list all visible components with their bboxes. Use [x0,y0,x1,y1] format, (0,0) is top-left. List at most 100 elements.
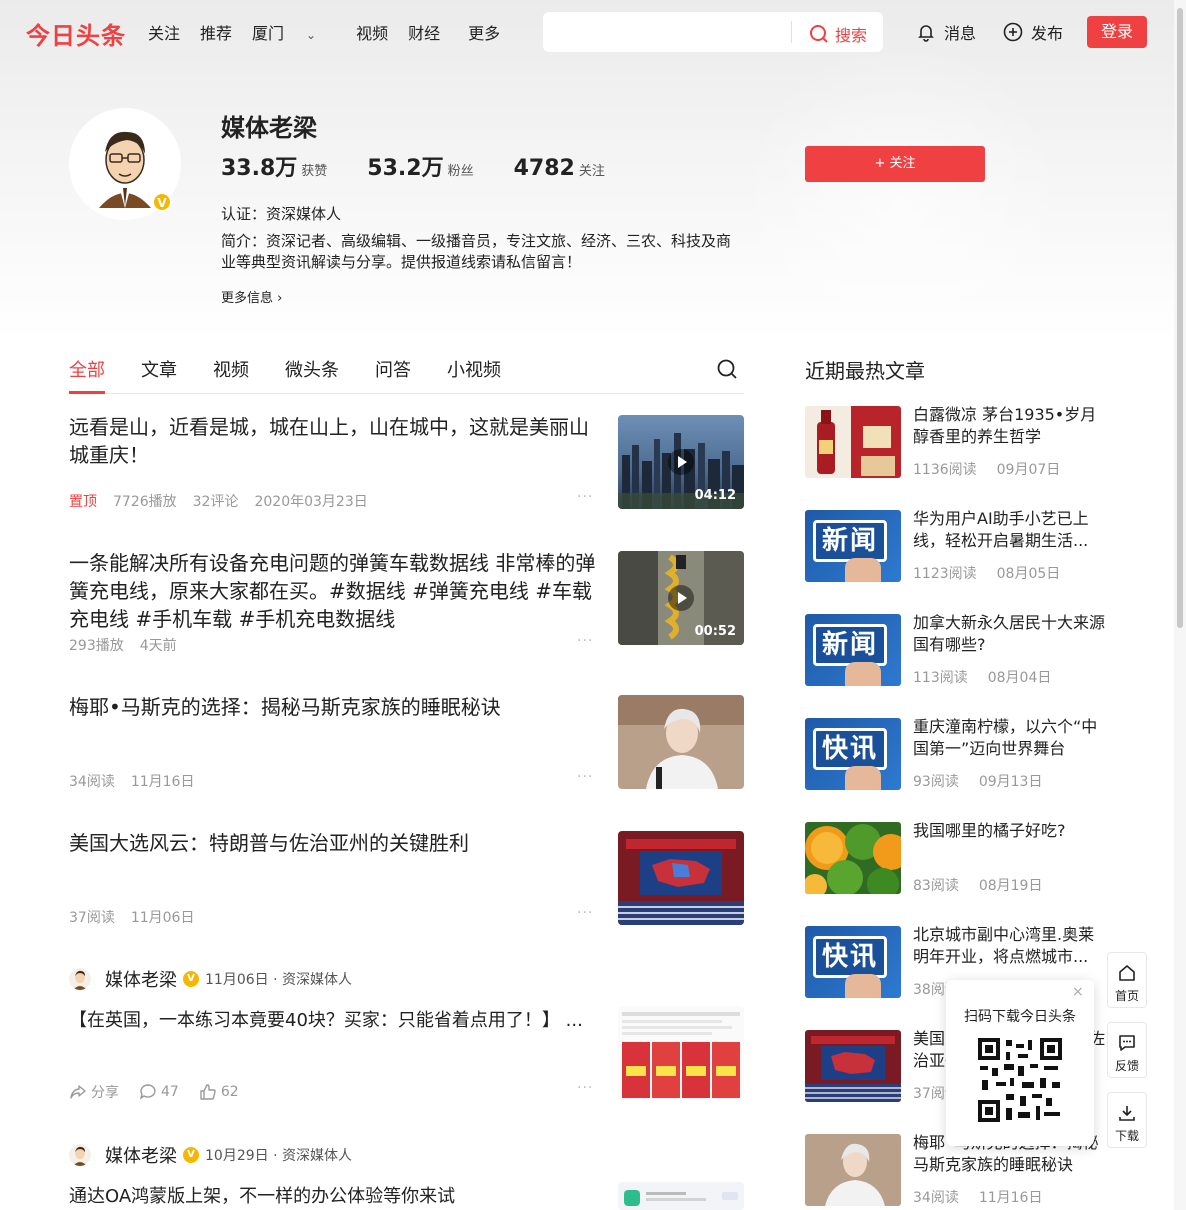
feedback-float-button[interactable]: 反馈 [1107,1022,1147,1078]
scrollbar-thumb[interactable] [1177,8,1183,628]
tab-short-videos[interactable]: 小视频 [447,356,501,382]
publish-date: 11月16日 [978,1190,1043,1206]
feed-item[interactable]: 梅耶•马斯克的选择：揭秘马斯克家族的睡眠秘诀 34阅读 11月16日 ··· [69,693,744,793]
post-text[interactable]: 【在英国，一本练习本竟要40块？买家：只能省着点用了！】 ... [69,1006,599,1036]
publish-date: 09月13日 [978,774,1043,790]
hot-article-title[interactable]: 北京城市副中心湾里.奥莱明年开业，将点燃城市... [913,924,1105,968]
author-name[interactable]: 媒体老梁 [105,1142,177,1168]
tab-search-button[interactable] [716,358,738,384]
publish-date: 08月04日 [987,670,1052,686]
woman-portrait-image [618,695,744,789]
flash-news-badge-image: 快讯 [805,718,901,790]
nav-link-video[interactable]: 视频 [356,20,388,44]
post-date-info: 10月29日 · 资深媒体人 [205,1148,352,1164]
hot-article-title[interactable]: 加拿大新永久居民十大来源国有哪些? [913,612,1105,656]
feed-item-title[interactable]: 美国大选风云：特朗普与佐治亚州的关键胜利 [69,829,599,857]
author-avatar[interactable] [69,968,91,990]
hot-article-meta: 83阅读 08月19日 [913,875,1062,895]
hot-article-title[interactable]: 重庆潼南柠檬，以六个“中国第一”迈向世界舞台 [913,716,1105,760]
hot-article-item[interactable]: 新闻 华为用户AI助手小艺已上线，轻松开启暑期生活... 1123阅读 08月05… [805,508,1105,586]
feed-item[interactable]: 美国大选风云：特朗普与佐治亚州的关键胜利 37阅读 11月06日 ··· [69,829,744,929]
nav-link-finance[interactable]: 财经 [408,20,440,44]
micro-post[interactable]: 媒体老梁 V 11月06日 · 资深媒体人 【在英国，一本练习本竟要40块？买家… [69,966,744,1106]
publish-date: 11月06日 [130,910,195,926]
publish-link[interactable]: 发布 [1003,20,1063,44]
tab-qa[interactable]: 问答 [375,356,411,382]
hand-graphic [845,766,881,790]
qr-popup-title: 扫码下载今日头条 [964,1009,1076,1025]
close-icon[interactable]: × [1072,984,1084,1000]
news-badge-label: 新闻 [813,624,887,666]
search-input[interactable] [553,18,783,46]
article-thumbnail[interactable] [618,831,744,925]
election-stage-image [618,831,744,925]
comment-button[interactable]: 47 [139,1083,179,1101]
hot-article-title[interactable]: 我国哪里的橘子好吃? [913,820,1105,842]
more-options-icon[interactable]: ··· [577,769,593,785]
download-float-label: 下载 [1114,1129,1139,1143]
tab-all[interactable]: 全部 [69,356,105,382]
hand-graphic [845,974,881,998]
hot-article-item[interactable]: 白露微凉 茅台1935•岁月醇香里的养生哲学 1136阅读 09月07日 [805,404,1105,482]
hot-article-item[interactable]: 新闻 加拿大新永久居民十大来源国有哪些? 113阅读 08月04日 [805,612,1105,690]
messages-label: 消息 [944,24,977,43]
pinned-badge: 置顶 [69,494,97,510]
more-options-icon[interactable]: ··· [577,489,593,505]
tab-videos[interactable]: 视频 [213,356,249,382]
liquor-bottle-image [805,406,901,478]
author-avatar[interactable] [69,1144,91,1166]
hot-article-title[interactable]: 华为用户AI助手小艺已上线，轻松开启暑期生活... [913,508,1105,552]
video-thumbnail[interactable]: 04:12 [618,415,744,509]
page-scrollbar[interactable] [1174,0,1186,1210]
fans-label: 粉丝 [447,164,474,179]
hot-article-meta: 93阅读 09月13日 [913,771,1062,791]
toutiao-logo[interactable]: 今日头条 [26,16,126,51]
login-button[interactable]: 登录 [1087,16,1147,48]
more-options-icon[interactable]: ··· [577,633,593,649]
news-badge-label: 新闻 [813,520,887,562]
author-name[interactable]: 媒体老梁 [105,966,177,992]
nav-link-recommend[interactable]: 推荐 [200,20,232,44]
read-count: 34阅读 [69,774,115,790]
app-screenshot-image [618,1182,744,1210]
nav-link-more[interactable]: 更多 [468,20,500,44]
fans-stat[interactable]: 53.2万 粉丝 [367,150,473,182]
post-image[interactable] [618,1182,744,1210]
nav-link-city[interactable]: 厦门 ⌄ [252,20,336,44]
nav-link-follow[interactable]: 关注 [148,20,180,44]
play-icon [668,449,694,475]
more-options-icon[interactable]: ··· [577,1080,593,1096]
hot-article-item[interactable]: 快讯 重庆潼南柠檬，以六个“中国第一”迈向世界舞台 93阅读 09月13日 [805,716,1105,794]
tab-articles[interactable]: 文章 [141,356,177,382]
search-button[interactable]: 搜索 [809,22,867,46]
home-float-button[interactable]: 首页 [1107,952,1147,1008]
feed-item-title[interactable]: 一条能解决所有设备充电问题的弹簧车载数据线 非常棒的弹簧充电线，原来大家都在买。… [69,549,599,633]
more-options-icon[interactable]: ··· [577,905,593,921]
hot-article-thumbnail: 新闻 [805,510,901,582]
follow-button[interactable]: + 关注 [805,146,985,182]
publish-date: 08月05日 [996,566,1061,582]
more-info-link[interactable]: 更多信息 › [221,287,282,306]
messages-link[interactable]: 消息 [916,20,976,44]
hot-article-item[interactable]: 我国哪里的橘子好吃? 83阅读 08月19日 [805,820,1105,898]
video-duration: 04:12 [694,488,736,503]
feed-item-title[interactable]: 远看是山，近看是城，城在山上，山在城中，这就是美丽山城重庆！ [69,413,599,469]
post-image[interactable] [618,1006,744,1100]
hot-article-thumbnail: 快讯 [805,718,901,790]
feed-item-title[interactable]: 梅耶•马斯克的选择：揭秘马斯克家族的睡眠秘诀 [69,693,599,721]
tab-micro-posts[interactable]: 微头条 [285,356,339,382]
author-avatar-illustration [73,970,87,990]
feed-item[interactable]: 远看是山，近看是城，城在山上，山在城中，这就是美丽山城重庆！ 置顶 7726播放… [69,413,744,513]
following-stat[interactable]: 4782 关注 [514,156,605,181]
article-thumbnail[interactable] [618,695,744,789]
download-float-button[interactable]: 下载 [1107,1092,1147,1148]
like-button[interactable]: 62 [199,1083,239,1101]
video-thumbnail[interactable]: 00:52 [618,551,744,645]
post-text[interactable]: 通达OA鸿蒙版上架，不一样的办公体验等你来试 [69,1182,599,1210]
video-duration: 00:52 [694,624,736,639]
hot-article-thumbnail: 新闻 [805,614,901,686]
share-button[interactable]: 分享 [69,1082,119,1102]
feed-item[interactable]: 一条能解决所有设备充电问题的弹簧车载数据线 非常棒的弹簧充电线，原来大家都在买。… [69,549,744,654]
micro-post[interactable]: 媒体老梁 V 10月29日 · 资深媒体人 通达OA鸿蒙版上架，不一样的办公体验… [69,1142,744,1210]
hot-article-title[interactable]: 白露微凉 茅台1935•岁月醇香里的养生哲学 [913,404,1105,448]
